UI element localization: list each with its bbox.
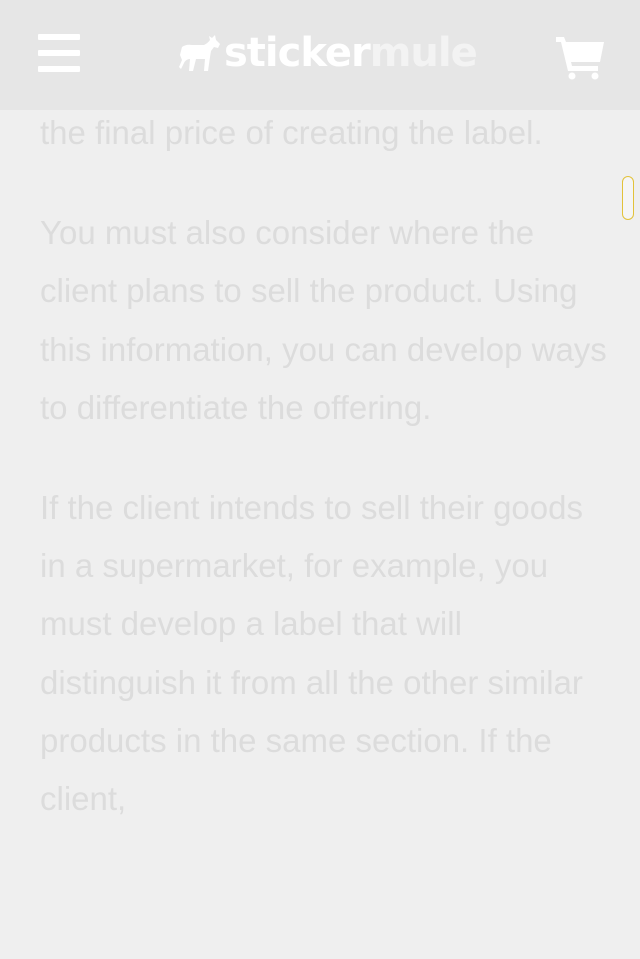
scroll-thumb[interactable]	[622, 176, 634, 220]
menu-button[interactable]	[36, 32, 82, 74]
logo-text-sticker: sticker	[224, 30, 371, 76]
logo-wordmark: stickermule	[224, 28, 478, 78]
logo-text-mule: mule	[369, 30, 478, 76]
site-header: stickermule	[0, 0, 640, 110]
mule-icon	[179, 35, 220, 71]
cart-button[interactable]	[554, 32, 606, 80]
page: stickermule the final price of creating …	[0, 0, 640, 959]
stickermule-logo[interactable]: stickermule	[178, 28, 478, 78]
shopping-cart-icon	[556, 37, 604, 80]
article-paragraph: You must also consider where the client …	[40, 214, 607, 426]
article-body: the final price of creating the label. Y…	[40, 104, 610, 870]
article-paragraph: the final price of creating the label.	[40, 114, 543, 151]
article-paragraph: If the client intends to sell their good…	[40, 489, 583, 818]
